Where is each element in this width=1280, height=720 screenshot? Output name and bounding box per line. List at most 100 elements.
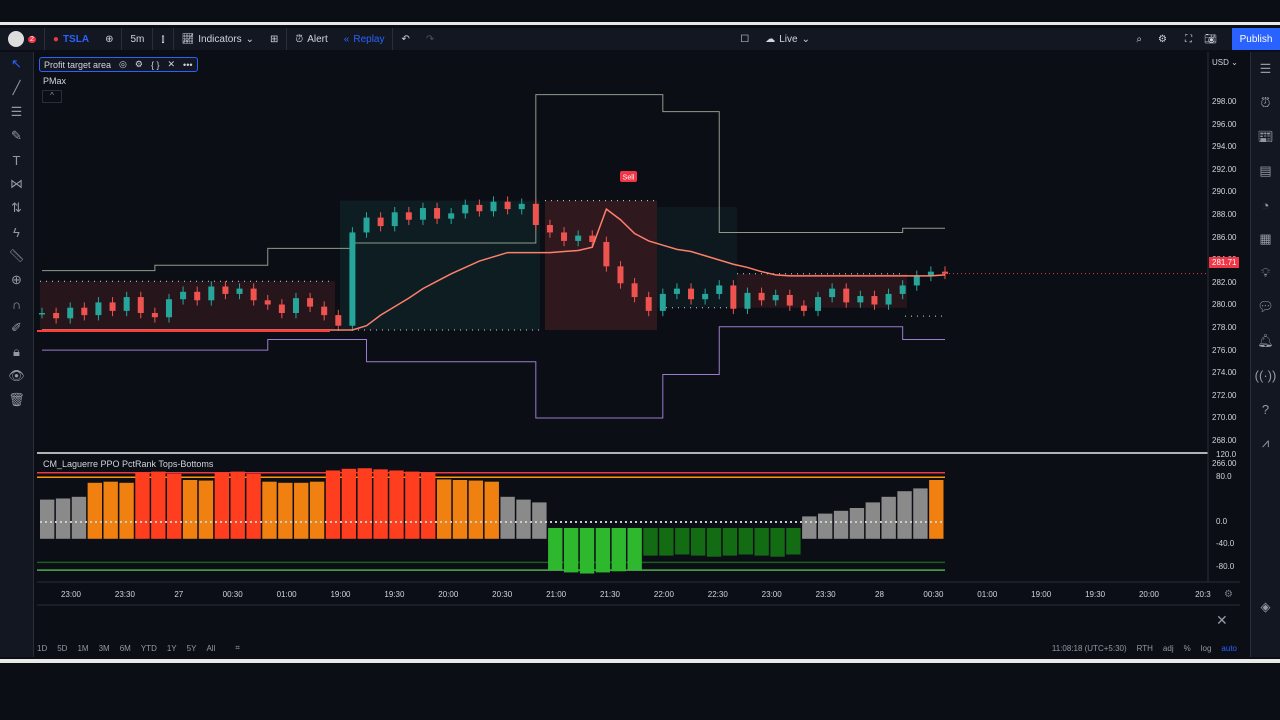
oscillator-bar bbox=[484, 481, 499, 539]
oscillator-bar bbox=[40, 499, 55, 539]
loss-zone bbox=[737, 273, 907, 308]
oscillator-bar bbox=[71, 496, 87, 539]
candle bbox=[913, 275, 920, 286]
candle bbox=[419, 208, 426, 220]
price-tick: 268.00 bbox=[1212, 436, 1237, 445]
session-toggle[interactable]: RTH bbox=[1137, 644, 1153, 653]
oscillator-bar bbox=[833, 510, 849, 539]
sell-label: Sell bbox=[623, 175, 635, 182]
oscillator-bar bbox=[103, 481, 118, 539]
window-bottom-strip bbox=[0, 659, 1280, 663]
percent-toggle[interactable]: % bbox=[1184, 644, 1191, 653]
candle bbox=[843, 288, 850, 303]
bottom-bar: 1D 5D 1M 3M 6M YTD 1Y 5Y All ⌗ 11:08:18 (UTC+5:3… bbox=[37, 643, 1247, 653]
chart-canvas[interactable]: Sell bbox=[0, 0, 1280, 720]
oscillator-bar bbox=[309, 481, 325, 539]
candle bbox=[504, 201, 511, 210]
oscillator-bar bbox=[738, 528, 753, 555]
candle bbox=[434, 208, 441, 219]
price-tick: 298.00 bbox=[1212, 97, 1237, 106]
clock[interactable]: 11:08:18 (UTC+5:30) bbox=[1052, 644, 1127, 653]
candle bbox=[151, 313, 158, 318]
time-tick: 21:30 bbox=[599, 590, 621, 599]
oscillator-tick: -40.0 bbox=[1216, 539, 1235, 549]
axis-settings-icon[interactable]: ⚙︎ bbox=[1224, 589, 1233, 600]
candle bbox=[405, 212, 412, 220]
time-tick: 27 bbox=[174, 590, 184, 599]
source-code-icon[interactable]: { } bbox=[151, 60, 160, 70]
candle bbox=[194, 291, 201, 301]
profit-zone bbox=[657, 207, 737, 308]
oscillator-bar bbox=[294, 482, 309, 539]
oscillator-bar bbox=[849, 508, 865, 539]
auto-toggle[interactable]: auto bbox=[1221, 644, 1237, 653]
candle bbox=[758, 292, 765, 301]
time-tick: 19:30 bbox=[1085, 590, 1106, 599]
range-button-5y[interactable]: 5Y bbox=[187, 644, 197, 653]
oscillator-bar bbox=[786, 528, 801, 555]
time-tick: 01:00 bbox=[276, 590, 297, 599]
candle bbox=[180, 291, 187, 300]
oscillator-bar bbox=[659, 528, 674, 556]
oscillator-bar bbox=[373, 469, 388, 539]
oscillator-bar bbox=[754, 528, 769, 556]
oscillator-bar bbox=[913, 488, 928, 539]
oscillator-tick: 0.0 bbox=[1216, 517, 1228, 526]
time-tick: 01:00 bbox=[977, 590, 998, 599]
candle bbox=[532, 203, 539, 226]
indicator-title: Profit target area bbox=[44, 59, 112, 70]
oscillator-bar bbox=[55, 498, 71, 539]
adj-toggle[interactable]: adj bbox=[1163, 644, 1174, 653]
indicator-legend[interactable]: Profit target area ◎ ⚙︎ { } ✕ ••• bbox=[39, 57, 198, 72]
range-button-1m[interactable]: 1M bbox=[77, 644, 88, 653]
candle bbox=[800, 305, 807, 311]
eye-icon[interactable]: ◎ bbox=[119, 59, 127, 70]
oscillator-bar bbox=[579, 528, 595, 574]
oscillator-bar bbox=[817, 513, 833, 539]
oscillator-bar bbox=[897, 491, 912, 539]
oscillator-title[interactable]: CM_Laguerre PPO PctRank Tops-Bottoms bbox=[43, 459, 213, 469]
gear-icon[interactable]: ⚙︎ bbox=[135, 59, 143, 70]
oscillator-bar bbox=[87, 482, 103, 539]
range-button-ytd[interactable]: YTD bbox=[141, 644, 157, 653]
range-button-1d[interactable]: 1D bbox=[37, 644, 47, 653]
oscillator-bar bbox=[706, 528, 722, 557]
range-button-1y[interactable]: 1Y bbox=[167, 644, 177, 653]
candle bbox=[575, 235, 582, 241]
sell-signal: Sell bbox=[620, 171, 637, 182]
range-button-3m[interactable]: 3M bbox=[99, 644, 110, 653]
pmax-legend[interactable]: PMax bbox=[43, 76, 66, 86]
range-button-5d[interactable]: 5D bbox=[57, 644, 67, 653]
oscillator-bar bbox=[865, 502, 880, 539]
oscillator-bar bbox=[611, 528, 626, 572]
goto-date-icon[interactable]: ⌗ bbox=[235, 643, 240, 653]
candle bbox=[165, 299, 172, 318]
currency-selector[interactable]: USD ⌄ bbox=[1212, 58, 1238, 67]
time-tick: 22:00 bbox=[653, 590, 674, 599]
oscillator-bar bbox=[643, 528, 658, 556]
price-tick: 276.00 bbox=[1212, 345, 1237, 355]
oscillator-bar bbox=[405, 471, 420, 539]
range-button-6m[interactable]: 6M bbox=[120, 644, 131, 653]
candle bbox=[518, 203, 525, 210]
more-icon[interactable]: ••• bbox=[183, 60, 192, 70]
oscillator-bar bbox=[341, 468, 357, 539]
oscillator-bar bbox=[802, 516, 817, 539]
time-tick: 00:30 bbox=[222, 590, 243, 599]
close-icon[interactable]: ✕ bbox=[168, 59, 176, 70]
oscillator-bar bbox=[436, 479, 452, 539]
candle bbox=[899, 285, 906, 294]
oscillator-bar bbox=[627, 528, 642, 570]
profit-zone bbox=[340, 200, 540, 330]
oscillator-bar bbox=[135, 472, 150, 539]
price-tick: 288.00 bbox=[1212, 210, 1237, 219]
time-tick: 20:00 bbox=[1138, 590, 1160, 599]
candle bbox=[81, 307, 88, 316]
close-panel-icon[interactable]: ✕ bbox=[1216, 612, 1228, 629]
log-toggle[interactable]: log bbox=[1201, 644, 1212, 653]
oscillator-bar bbox=[675, 528, 690, 555]
range-button-all[interactable]: All bbox=[206, 644, 215, 653]
collapse-legend-button[interactable]: ^ bbox=[42, 90, 62, 103]
candle bbox=[278, 304, 285, 313]
price-tick: 266.00 bbox=[1212, 458, 1237, 468]
